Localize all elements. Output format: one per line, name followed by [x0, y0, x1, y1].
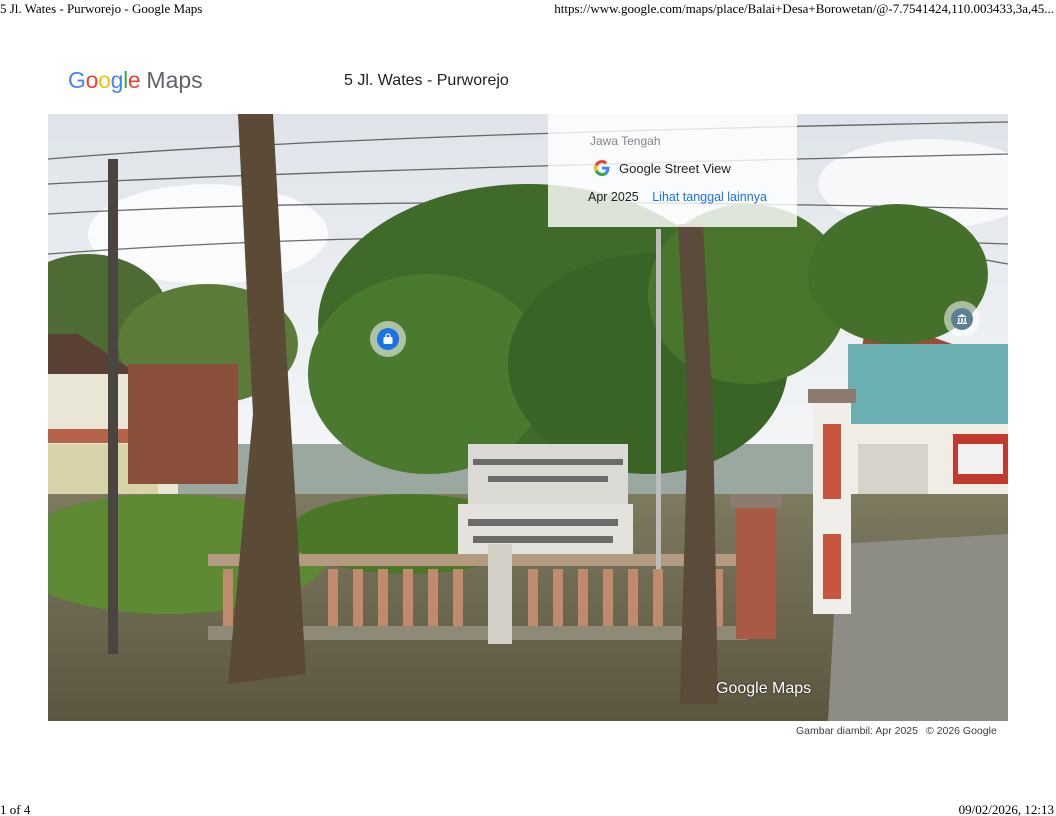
image-capture-date: Gambar diambil: Apr 2025 [796, 725, 918, 737]
copyright-notice[interactable]: © 2026 Google [926, 725, 997, 737]
maps-wordmark: Maps [146, 67, 203, 93]
street-view-photo [48, 114, 1008, 721]
place-title: 5 Jl. Wates - Purworejo [344, 72, 509, 89]
google-g-icon [594, 160, 610, 176]
capture-date-value: Apr 2025 [588, 190, 639, 204]
poi-marker-shopping[interactable] [370, 321, 406, 357]
shopping-bag-icon [383, 333, 393, 344]
print-page-title: 5 Jl. Wates - Purworejo - Google Maps [0, 1, 203, 16]
print-page-number: 1 of 4 [0, 802, 31, 816]
poi-marker-institution[interactable] [944, 301, 980, 337]
street-view-brand: Google Street View [594, 160, 731, 176]
print-page-url: https://www.google.com/maps/place/Balai+… [554, 1, 1054, 16]
street-view-panorama[interactable]: Jawa Tengah Google Street View Apr 2025 … [48, 114, 1008, 721]
capture-date-row: Apr 2025 Lihat tanggal lainnya [588, 190, 767, 204]
street-view-info-card: Jawa Tengah Google Street View Apr 2025 … [548, 114, 797, 227]
street-view-brand-label: Google Street View [619, 160, 731, 176]
google-maps-logo[interactable]: Google Maps [68, 67, 203, 97]
google-wordmark: Google [68, 67, 141, 93]
institution-icon [957, 314, 967, 324]
more-dates-link[interactable]: Lihat tanggal lainnya [652, 190, 767, 204]
region-label: Jawa Tengah [590, 134, 661, 148]
print-datetime: 09/02/2026, 12:13 [958, 802, 1054, 816]
google-maps-watermark: Google Maps [716, 680, 812, 697]
